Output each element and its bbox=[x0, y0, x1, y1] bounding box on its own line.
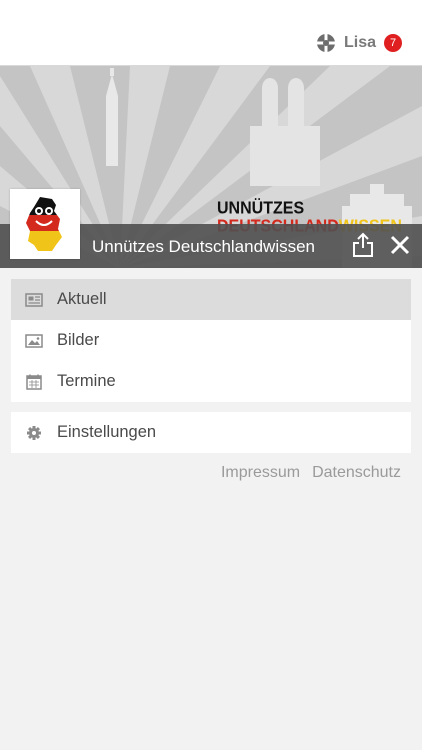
notification-badge[interactable]: 7 bbox=[384, 34, 402, 52]
datenschutz-link[interactable]: Datenschutz bbox=[312, 464, 401, 482]
user-menu[interactable]: Lisa 7 bbox=[316, 33, 402, 53]
app-avatar bbox=[10, 189, 80, 259]
newspaper-icon bbox=[25, 292, 43, 307]
menu-label: Aktuell bbox=[57, 290, 107, 308]
share-icon[interactable] bbox=[352, 232, 374, 258]
menu-item-einstellungen[interactable]: Einstellungen bbox=[11, 412, 411, 453]
footer-links: Impressum Datenschutz bbox=[221, 464, 401, 482]
settings-menu: Einstellungen bbox=[11, 412, 411, 453]
impressum-link[interactable]: Impressum bbox=[221, 464, 300, 482]
menu-label: Bilder bbox=[57, 331, 100, 349]
menu-item-aktuell[interactable]: Aktuell bbox=[11, 279, 411, 320]
close-icon[interactable] bbox=[389, 234, 411, 256]
menu-item-bilder[interactable]: Bilder bbox=[11, 320, 411, 361]
app-logo-icon bbox=[316, 34, 335, 52]
user-name[interactable]: Lisa bbox=[344, 34, 376, 52]
logo-line-1: UNNÜTZES bbox=[217, 199, 305, 218]
image-icon bbox=[25, 333, 43, 348]
main-menu: Aktuell Bilder Termine bbox=[11, 279, 411, 402]
germany-map-icon bbox=[12, 191, 78, 257]
top-bar: Lisa 7 bbox=[0, 0, 422, 66]
calendar-icon bbox=[26, 374, 42, 390]
menu-label: Termine bbox=[57, 372, 116, 390]
menu-label: Einstellungen bbox=[57, 423, 157, 441]
gear-icon bbox=[27, 425, 41, 440]
menu-item-termine[interactable]: Termine bbox=[11, 361, 411, 402]
app-title: Unnützes Deutschlandwissen bbox=[92, 237, 316, 256]
